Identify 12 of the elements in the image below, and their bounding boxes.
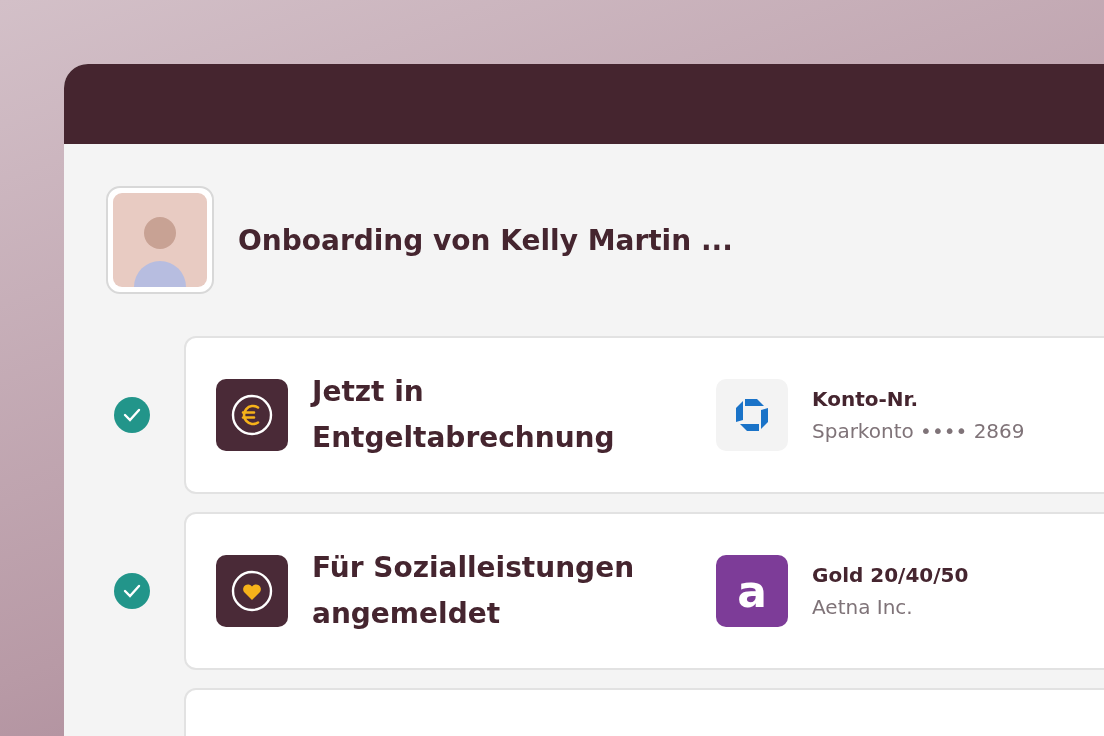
onboarding-title: Onboarding von Kelly Martin ... bbox=[238, 223, 733, 257]
step-title: Für Sozialleistungen angemeldet bbox=[312, 549, 636, 632]
detail-value: Sparkonto •••• 2869 bbox=[812, 419, 1025, 443]
detail-value: Aetna Inc. bbox=[812, 595, 914, 619]
detail-label: Konto-Nr. bbox=[812, 387, 920, 411]
octagon-logo-icon bbox=[735, 398, 769, 432]
check-icon bbox=[123, 408, 141, 422]
euro-icon bbox=[231, 394, 273, 436]
step-title: Jetzt in Entgeltabrechnung bbox=[312, 373, 616, 456]
detail-label: Gold 20/40/50 bbox=[812, 563, 969, 587]
check-icon bbox=[123, 584, 141, 598]
provider-logo: a bbox=[716, 555, 788, 627]
